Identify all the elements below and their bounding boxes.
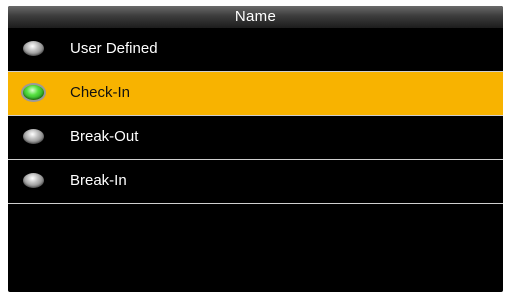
radio-on-icon[interactable] — [23, 85, 44, 100]
option-label: Break-In — [70, 172, 127, 189]
option-label: User Defined — [70, 40, 158, 57]
option-list: User Defined Check-In Break-Out Break-In — [8, 28, 503, 204]
radio-off-icon[interactable] — [23, 41, 44, 56]
option-check-in[interactable]: Check-In — [8, 72, 503, 116]
radio-off-icon[interactable] — [23, 129, 44, 144]
radio-off-icon[interactable] — [23, 173, 44, 188]
option-label: Break-Out — [70, 128, 139, 145]
list-header: Name — [8, 6, 503, 28]
option-break-out[interactable]: Break-Out — [8, 116, 503, 160]
option-list-screen: Name User Defined Check-In Break-Out Bre… — [8, 6, 503, 292]
option-user-defined[interactable]: User Defined — [8, 28, 503, 72]
option-break-in[interactable]: Break-In — [8, 160, 503, 204]
option-label: Check-In — [70, 84, 131, 101]
